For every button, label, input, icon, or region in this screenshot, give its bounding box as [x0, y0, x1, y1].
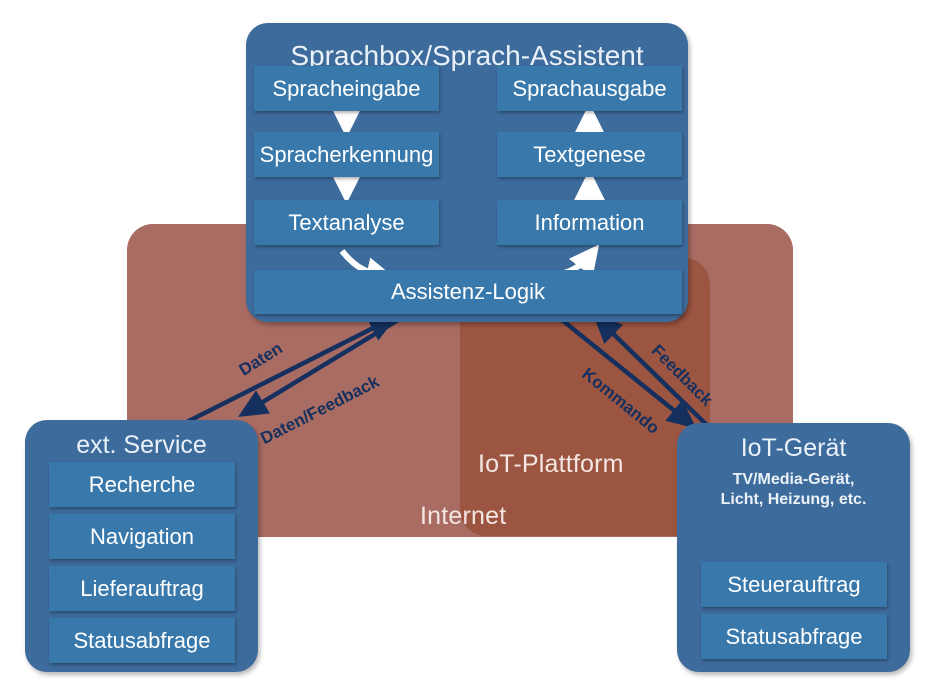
box-spracherkennung[interactable]: Spracherkennung [254, 132, 439, 177]
box-textgenese[interactable]: Textgenese [497, 132, 682, 177]
iot-device-subtitle-line1: TV/Media-Gerät, [732, 471, 855, 488]
iot-device-panel-title: IoT-Gerät [740, 434, 847, 462]
box-textanalyse[interactable]: Textanalyse [254, 200, 439, 245]
box-statusabfrage-ext-service[interactable]: Statusabfrage [49, 618, 235, 663]
diagram-canvas: IoT-Plattform Internet Sprachbox/Sprach-… [0, 0, 933, 700]
iot-device-subtitle: TV/Media-Gerät, Licht, Heizung, etc. [677, 470, 910, 510]
box-lieferauftrag[interactable]: Lieferauftrag [49, 566, 235, 611]
internet-label: Internet [420, 502, 507, 530]
iot-device-subtitle-line2: Licht, Heizung, etc. [720, 491, 867, 508]
box-recherche[interactable]: Recherche [49, 462, 235, 507]
box-information[interactable]: Information [497, 200, 682, 245]
box-statusabfrage-iot-device[interactable]: Statusabfrage [701, 614, 887, 659]
iot-platform-label: IoT-Plattform [478, 450, 624, 478]
box-sprachausgabe[interactable]: Sprachausgabe [497, 66, 682, 111]
box-steuerauftrag[interactable]: Steuerauftrag [701, 562, 887, 607]
box-spracheingabe[interactable]: Spracheingabe [254, 66, 439, 111]
ext-service-panel-title: ext. Service [76, 431, 207, 459]
box-assistenz-logik[interactable]: Assistenz-Logik [254, 270, 682, 314]
box-navigation[interactable]: Navigation [49, 514, 235, 559]
